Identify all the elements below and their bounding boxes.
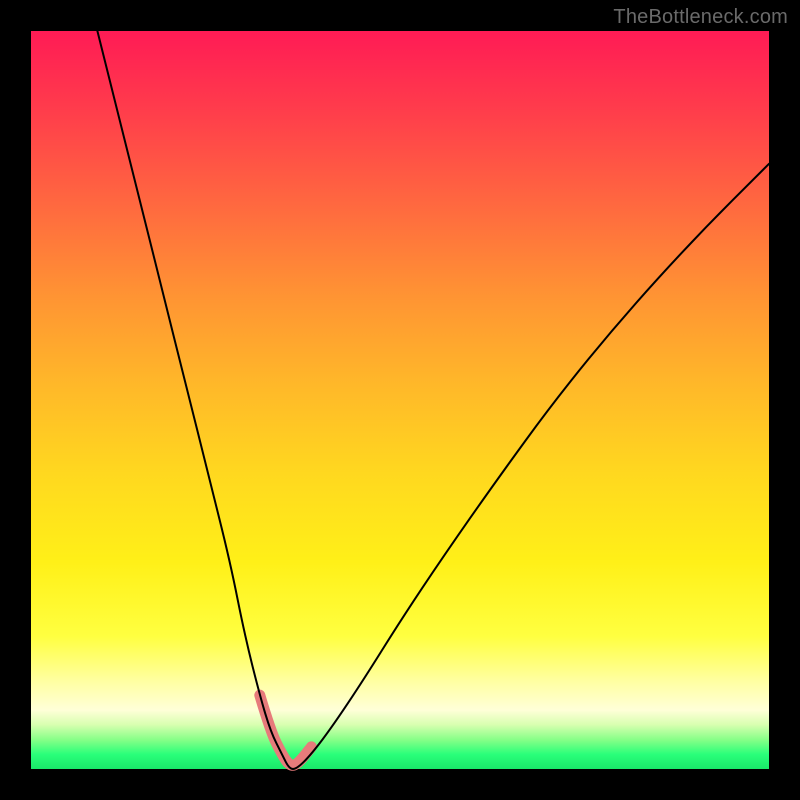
plot-area bbox=[31, 31, 769, 769]
curve-svg bbox=[31, 31, 769, 769]
watermark-text: TheBottleneck.com bbox=[613, 6, 788, 29]
chart-container: TheBottleneck.com bbox=[0, 0, 800, 800]
pink-highlight-segment bbox=[260, 695, 312, 765]
bottleneck-curve bbox=[97, 31, 769, 769]
